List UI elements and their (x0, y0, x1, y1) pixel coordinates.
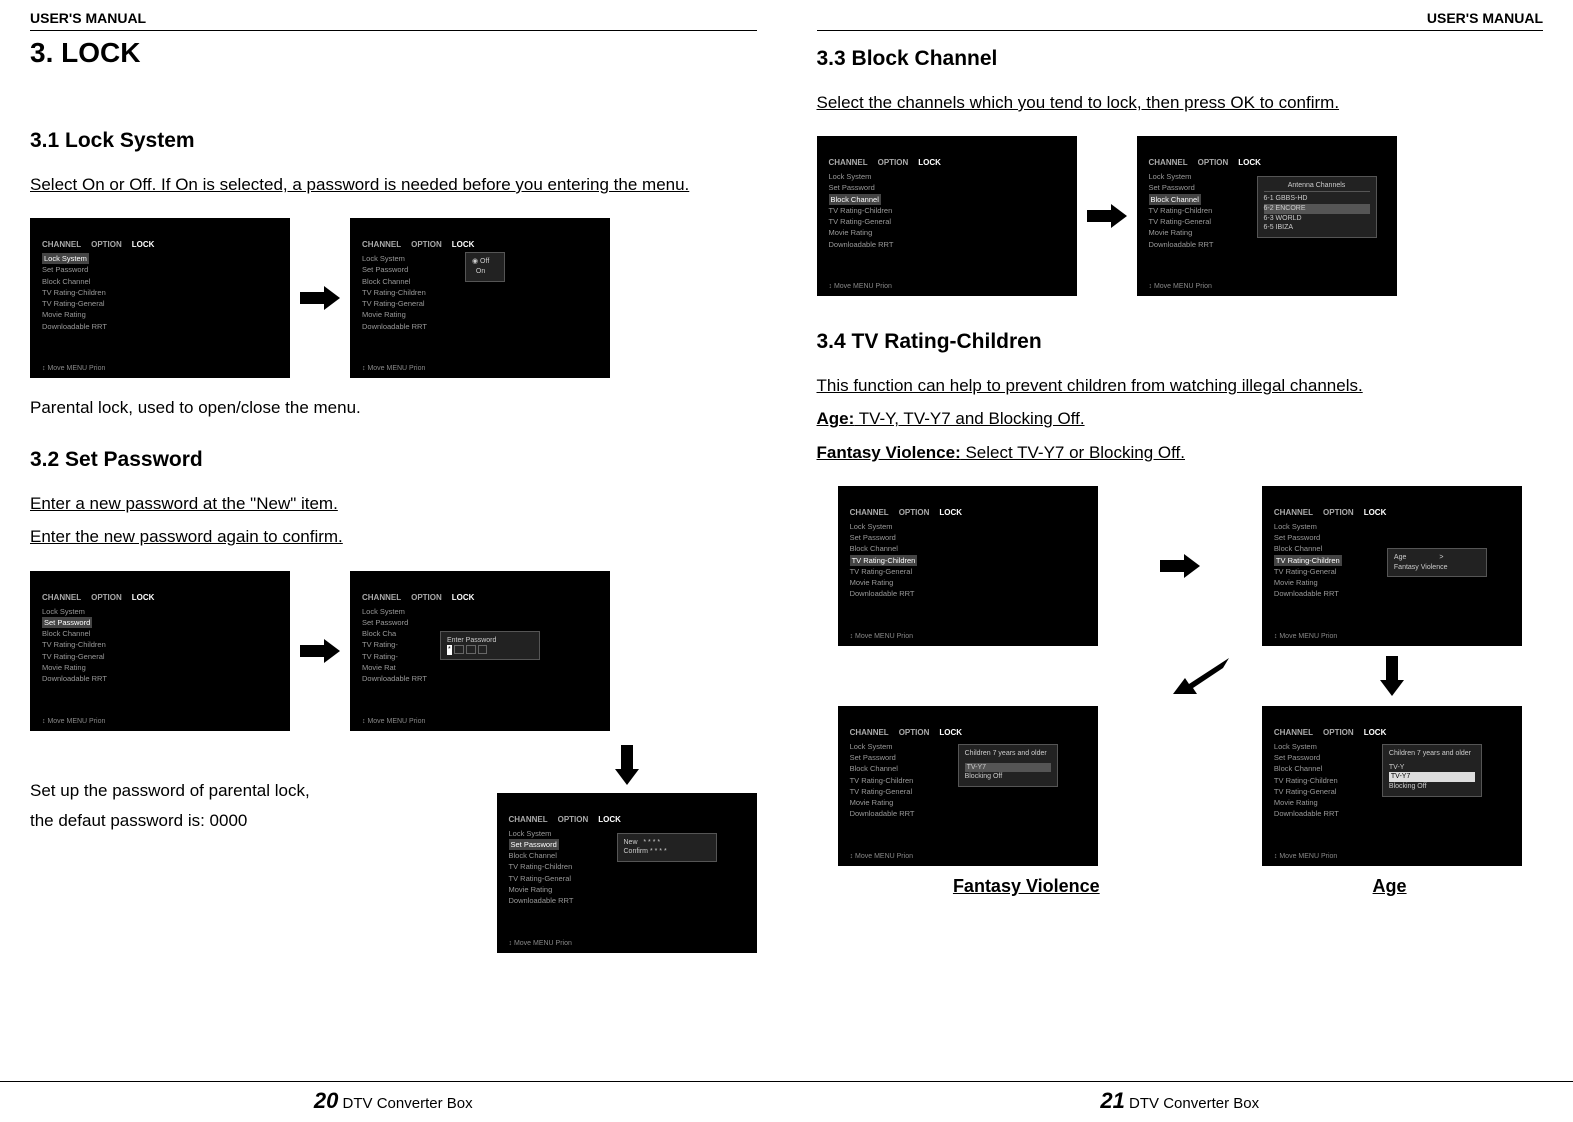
section-3-4-fv: Fantasy Violence: Select TV-Y7 or Blocki… (817, 439, 1544, 466)
arrow-right-icon (300, 286, 340, 310)
screenshot-new-confirm: CHANNELOPTIONLOCK Lock System Set Passwo… (497, 793, 757, 953)
section-3-1-desc: Select On or Off. If On is selected, a p… (30, 171, 757, 198)
section-3-3-screenshots: CHANNELOPTIONLOCK Lock System Set Passwo… (817, 136, 1544, 296)
page-right: USER'S MANUAL 3.3 Block Channel Select t… (787, 0, 1573, 1122)
section-3-1-caption: Parental lock, used to open/close the me… (30, 398, 757, 418)
page-number-left: 20 (314, 1088, 338, 1113)
section-3-2-desc1: Enter a new password at the "New" item. (30, 490, 757, 517)
arrow-down-icon (1380, 656, 1404, 696)
caption-fantasy-violence: Fantasy Violence (953, 876, 1100, 897)
arrow-right-icon (1087, 204, 1127, 228)
caption-age: Age (1373, 876, 1407, 897)
screenshot-tvrating-sub: CHANNELOPTIONLOCK Lock System Set Passwo… (1262, 486, 1522, 646)
section-3-4-desc: This function can help to prevent childr… (817, 372, 1544, 399)
section-3-3-title: 3.3 Block Channel (817, 47, 1544, 71)
section-3-2-desc2: Enter the new password again to confirm. (30, 523, 757, 550)
screenshot-channel-list: CHANNELOPTIONLOCK Lock System Set Passwo… (1137, 136, 1397, 296)
page-left: USER'S MANUAL 3. LOCK 3.1 Lock System Se… (0, 0, 787, 1122)
arrow-right-icon (300, 639, 340, 663)
section-3-4-title: 3.4 TV Rating-Children (817, 330, 1544, 354)
screenshot-block-menu: CHANNELOPTIONLOCK Lock System Set Passwo… (817, 136, 1077, 296)
page-footer-left: 20 DTV Converter Box (0, 1081, 787, 1114)
screenshot-setpass-menu: CHANNELOPTIONLOCK Lock System Set Passwo… (30, 571, 290, 731)
page-footer-right: 21 DTV Converter Box (787, 1081, 1573, 1114)
page-number-right: 21 (1100, 1088, 1124, 1113)
section-3-4-captions: Fantasy Violence Age (817, 876, 1544, 897)
section-3-2-caption1: Set up the password of parental lock, (30, 781, 467, 801)
screenshot-lock-menu: CHANNELOPTIONLOCK Lock System Set Passwo… (30, 218, 290, 378)
screenshot-tvrating-menu: CHANNELOPTIONLOCK Lock System Set Passwo… (838, 486, 1098, 646)
arrow-upleft-icon (1173, 658, 1229, 694)
section-3-4-grid: CHANNELOPTIONLOCK Lock System Set Passwo… (817, 486, 1544, 866)
chapter-title: 3. LOCK (30, 37, 757, 69)
section-3-2-row1: CHANNELOPTIONLOCK Lock System Set Passwo… (30, 571, 757, 731)
section-3-2-row2: Set up the password of parental lock, th… (30, 745, 757, 953)
section-3-1-title: 3.1 Lock System (30, 129, 757, 153)
header-right: USER'S MANUAL (817, 10, 1544, 31)
arrow-right-icon (1160, 554, 1200, 578)
screenshot-fv-options: CHANNELOPTIONLOCK Lock System Set Passwo… (838, 706, 1098, 866)
section-3-4-age: Age: TV-Y, TV-Y7 and Blocking Off. (817, 405, 1544, 432)
section-3-3-desc: Select the channels which you tend to lo… (817, 89, 1544, 116)
screenshot-enter-password: CHANNELOPTIONLOCK Lock System Set Passwo… (350, 571, 610, 731)
section-3-2-title: 3.2 Set Password (30, 448, 757, 472)
section-3-1-screenshots: CHANNELOPTIONLOCK Lock System Set Passwo… (30, 218, 757, 378)
arrow-down-icon (615, 745, 639, 785)
screenshot-lock-onoff: CHANNELOPTIONLOCK Lock System Set Passwo… (350, 218, 610, 378)
section-3-2-caption2: the defaut password is: 0000 (30, 811, 467, 831)
header-left: USER'S MANUAL (30, 10, 757, 31)
screenshot-age-options: CHANNELOPTIONLOCK Lock System Set Passwo… (1262, 706, 1522, 866)
